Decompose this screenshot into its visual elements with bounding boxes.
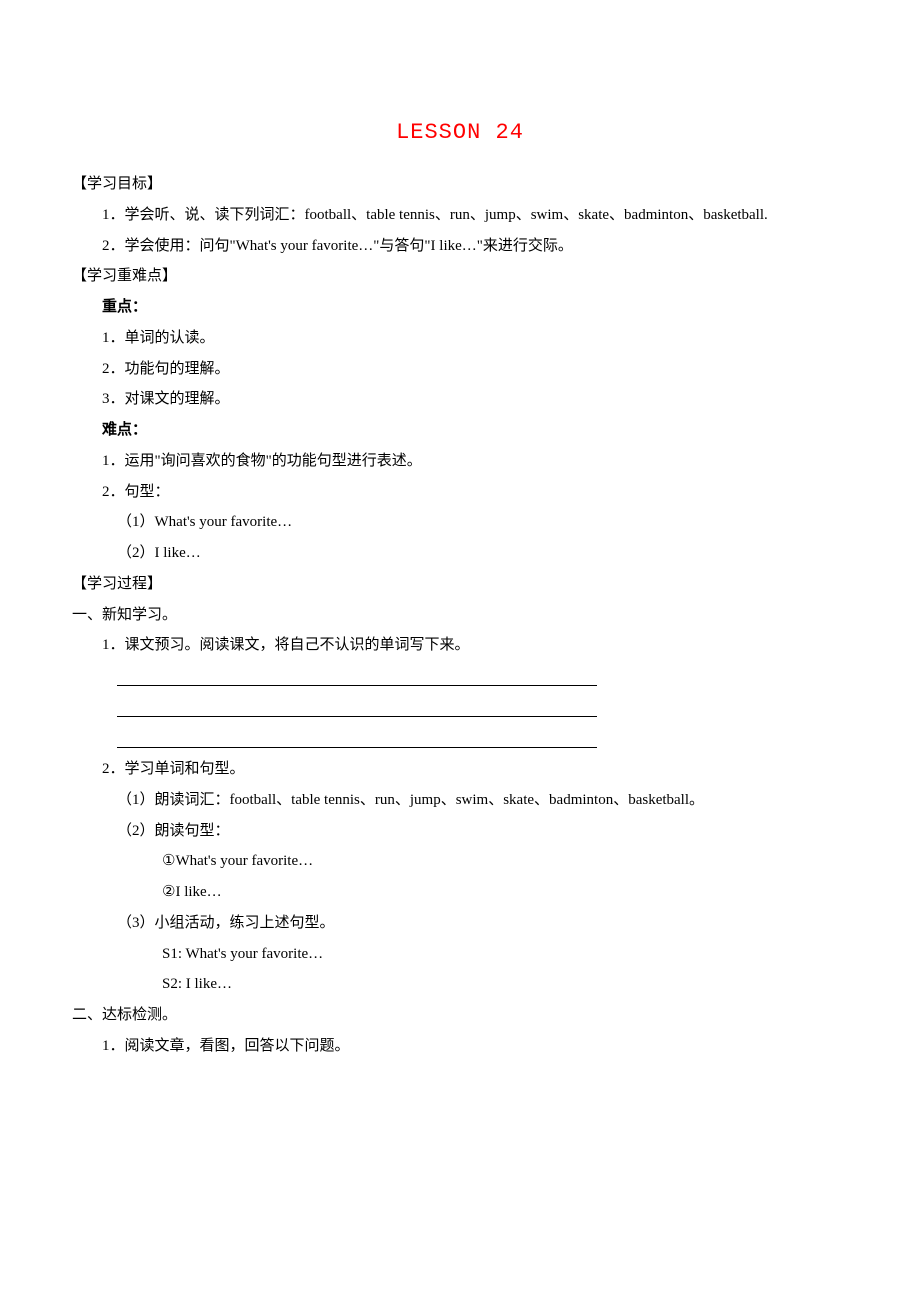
nandian-item-1: 1．运用"询问喜欢的食物"的功能句型进行表述。: [72, 446, 848, 477]
process-part1-sub3-line2: S2: I like…: [72, 969, 848, 1000]
keypoints-header: 【学习重难点】: [72, 261, 848, 292]
nandian-item-2: 2．句型：: [72, 477, 848, 508]
process-part2-item1: 1．阅读文章，看图，回答以下问题。: [72, 1031, 848, 1062]
process-part1-sub2-1: ①What's your favorite…: [72, 846, 848, 877]
lesson-title: LESSON 24: [72, 110, 848, 155]
nandian-sub-2: （2）I like…: [72, 538, 848, 569]
objectives-header: 【学习目标】: [72, 169, 848, 200]
process-part1-sub3-line1: S1: What's your favorite…: [72, 939, 848, 970]
zhongdian-item-2: 2．功能句的理解。: [72, 354, 848, 385]
process-part1-item1: 1．课文预习。阅读课文，将自己不认识的单词写下来。: [72, 630, 848, 661]
nandian-sub-1: （1）What's your favorite…: [72, 507, 848, 538]
zhongdian-item-1: 1．单词的认读。: [72, 323, 848, 354]
objective-item-1: 1．学会听、说、读下列词汇：football、table tennis、run、…: [72, 200, 848, 231]
blank-line-1: [117, 661, 597, 686]
process-part1-sub2-2: ②I like…: [72, 877, 848, 908]
blank-line-3: [117, 723, 597, 748]
zhongdian-label: 重点：: [72, 292, 848, 323]
zhongdian-item-3: 3．对课文的理解。: [72, 384, 848, 415]
process-part2-label: 二、达标检测。: [72, 1000, 848, 1031]
process-part1-sub-2: （2）朗读句型：: [72, 816, 848, 847]
objective-item-2: 2．学会使用：问句"What's your favorite…"与答句"I li…: [72, 231, 848, 262]
blank-line-2: [117, 692, 597, 717]
process-header: 【学习过程】: [72, 569, 848, 600]
process-part1-sub3: （3）小组活动，练习上述句型。: [72, 908, 848, 939]
process-part1-item2: 2．学习单词和句型。: [72, 754, 848, 785]
process-part1-label: 一、新知学习。: [72, 600, 848, 631]
process-part1-sub-1: （1）朗读词汇：football、table tennis、run、jump、s…: [72, 785, 848, 816]
nandian-label: 难点：: [72, 415, 848, 446]
